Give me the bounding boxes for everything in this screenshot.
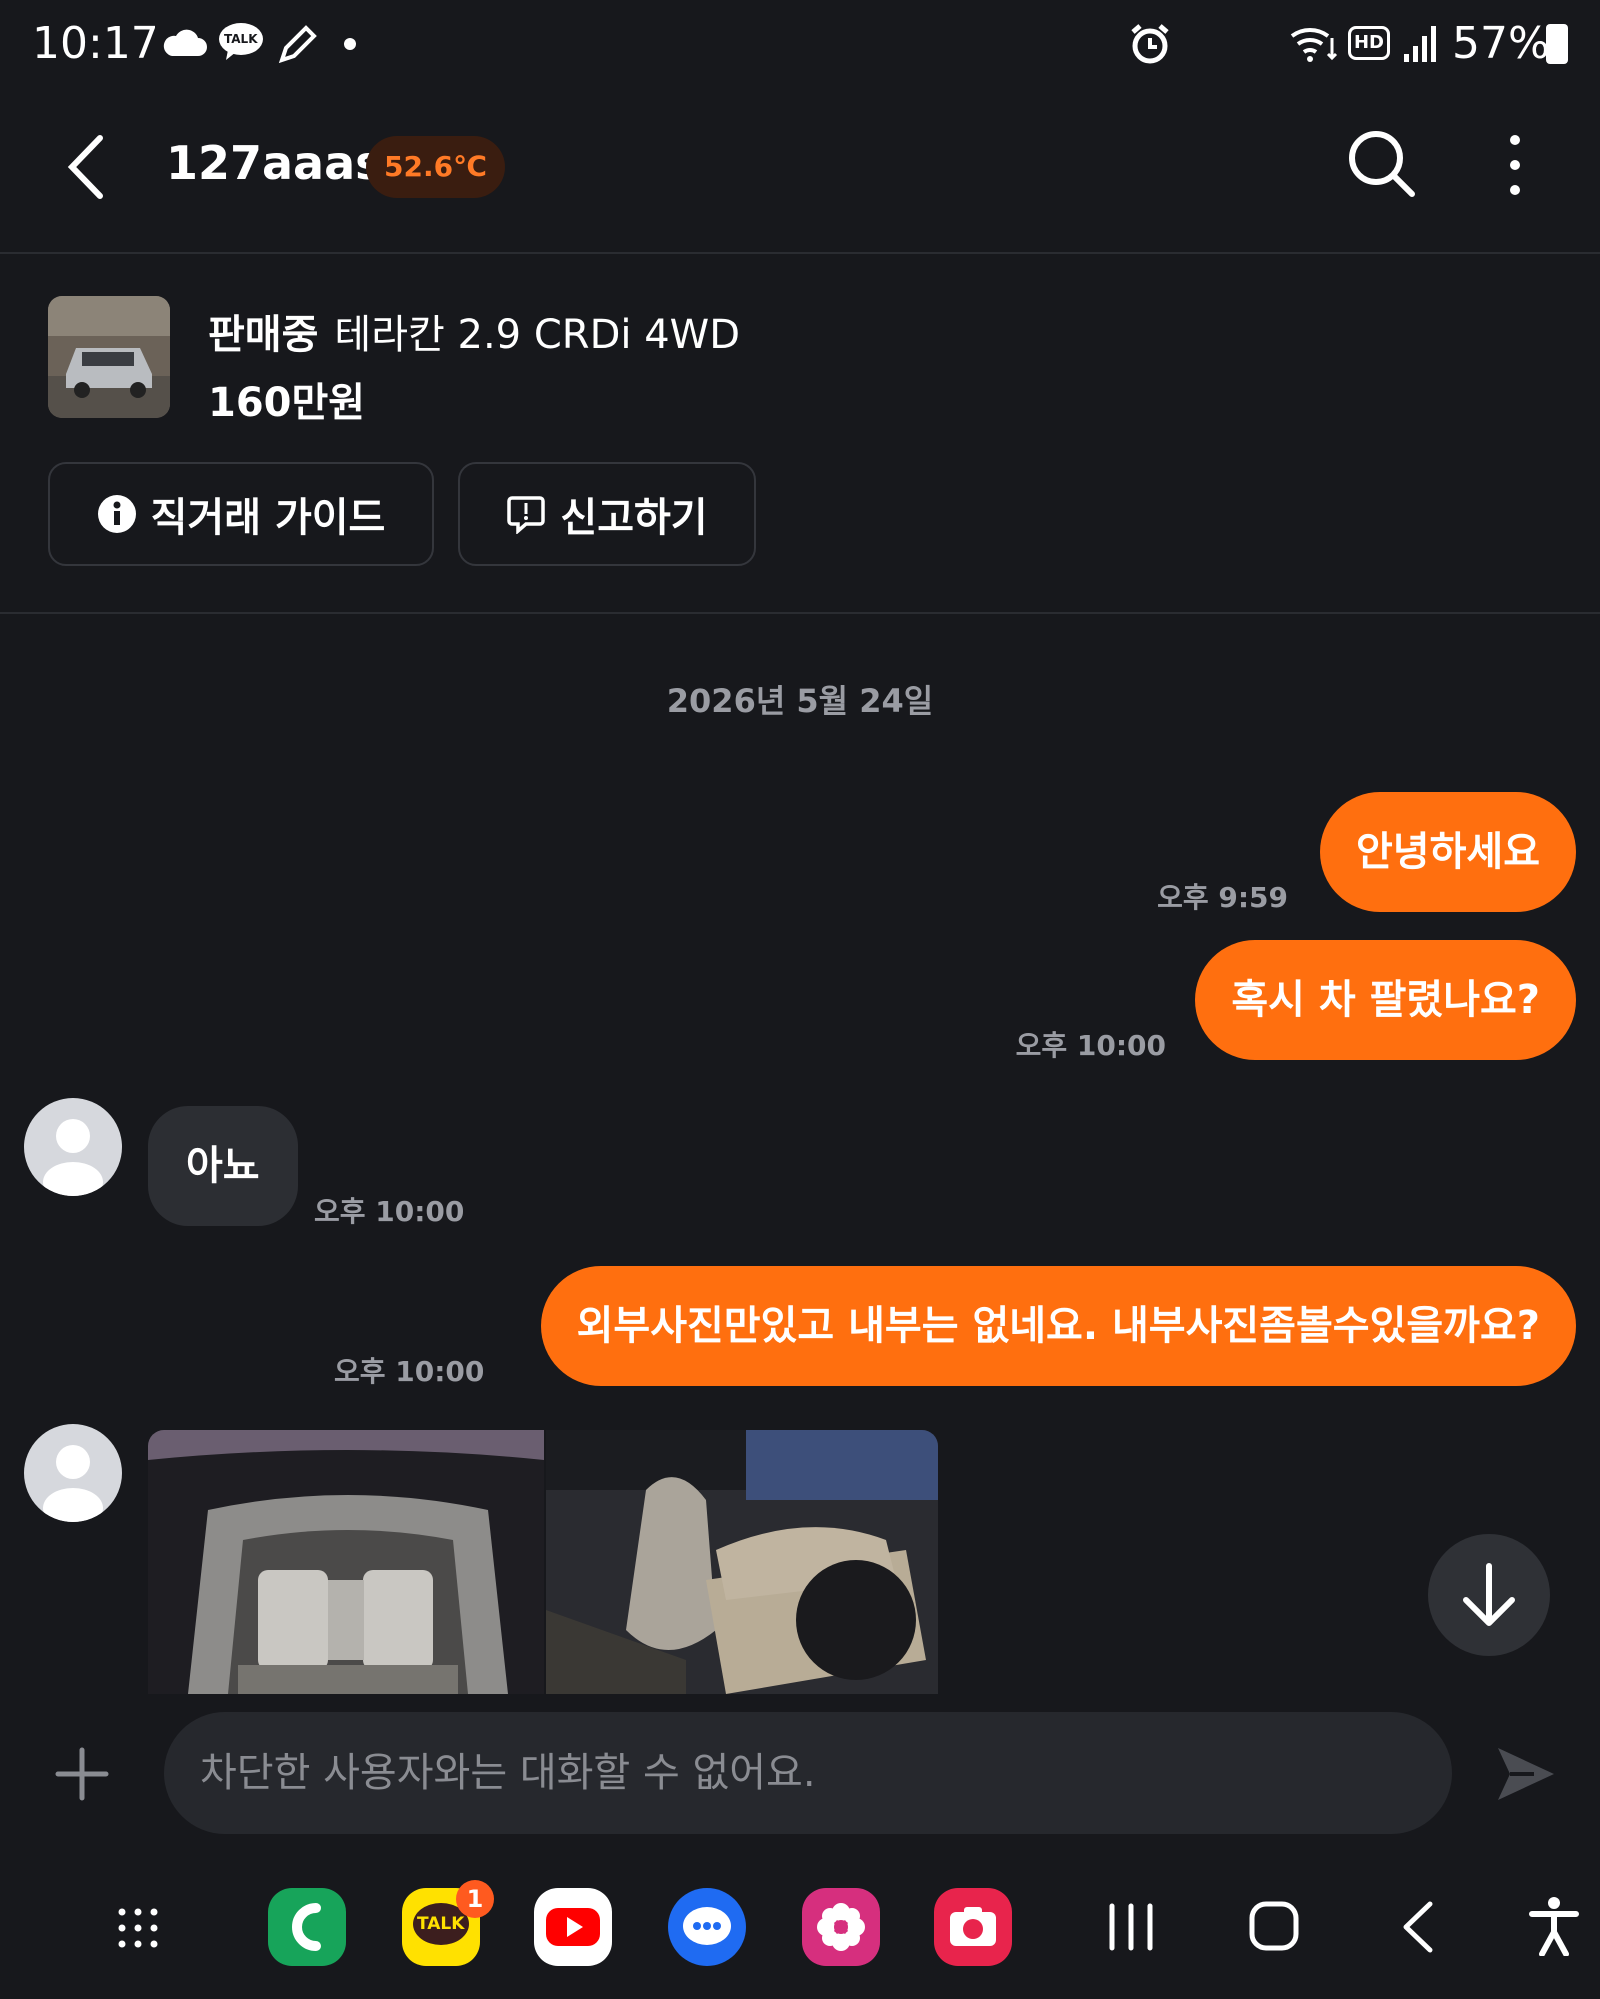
message-time: 오후 9:59	[1157, 881, 1288, 914]
cloud-icon	[163, 29, 207, 56]
product-title: 판매중 테라칸 2.9 CRDi 4WD	[208, 302, 740, 360]
message-bubble-sent[interactable]: 혹시 차 팔렸나요?	[1195, 940, 1576, 1060]
scroll-to-bottom-button[interactable]	[1428, 1534, 1550, 1656]
product-card[interactable]: 판매중 테라칸 2.9 CRDi 4WD 160만원 직거래 가이드 신고하기	[0, 252, 1600, 614]
photo-cargo-interior[interactable]	[148, 1430, 544, 1694]
alarm-icon	[1131, 24, 1169, 64]
message-input[interactable]: 차단한 사용자와는 대화할 수 없어요.	[164, 1712, 1452, 1834]
camera-app-icon[interactable]	[934, 1888, 1012, 1966]
product-status: 판매중	[208, 312, 319, 358]
report-icon	[507, 496, 546, 534]
chat-date-divider: 2026년 5월 24일	[666, 682, 934, 720]
status-bar: 10:17 TALK HD 57%	[0, 0, 1600, 92]
wifi-icon	[1290, 28, 1338, 62]
status-time: 10:17	[32, 18, 159, 69]
back-arrow-icon[interactable]	[62, 132, 112, 202]
kakaotalk-icon: TALK	[218, 22, 264, 62]
manner-temperature-badge[interactable]: 52.6℃	[366, 136, 505, 198]
message-time: 오후 10:00	[314, 1195, 465, 1228]
arrow-down-icon	[1463, 1563, 1515, 1626]
gallery-app-icon[interactable]	[802, 1888, 880, 1966]
product-name: 테라칸 2.9 CRDi 4WD	[334, 312, 741, 358]
message-bubble-sent[interactable]: 외부사진만있고 내부는 없네요. 내부사진좀볼수있을까요?	[540, 1266, 1576, 1386]
avatar[interactable]	[24, 1098, 122, 1196]
message-time: 오후 10:00	[1015, 1029, 1166, 1062]
battery-percent: 57%	[1452, 18, 1550, 69]
report-button[interactable]: 신고하기	[458, 462, 756, 566]
report-button-label: 신고하기	[560, 495, 708, 541]
app-drawer-icon[interactable]	[116, 1906, 160, 1950]
battery-icon	[1546, 24, 1568, 64]
avatar[interactable]	[24, 1424, 122, 1522]
photo-rear-seat[interactable]	[546, 1430, 938, 1694]
accessibility-icon[interactable]	[1528, 1896, 1580, 1956]
send-icon[interactable]	[1494, 1744, 1558, 1804]
product-price: 160만원	[208, 380, 366, 426]
pen-icon	[278, 25, 317, 64]
chat-partner-name[interactable]: 127aaas	[166, 136, 383, 190]
signal-icon	[1404, 26, 1436, 62]
chat-header: 127aaas 52.6℃	[0, 92, 1600, 254]
dot-icon	[344, 38, 356, 50]
youtube-app-icon[interactable]	[534, 1888, 612, 1966]
guide-button-label: 직거래 가이드	[150, 495, 386, 541]
direct-trade-guide-button[interactable]: 직거래 가이드	[48, 462, 434, 566]
message-bubble-sent[interactable]: 안녕하세요	[1320, 792, 1576, 912]
notification-badge: 1	[456, 1880, 494, 1918]
plus-icon[interactable]	[54, 1746, 110, 1802]
info-icon	[97, 495, 136, 533]
message-bubble-received[interactable]: 아뇨	[148, 1106, 298, 1226]
messages-app-icon[interactable]	[668, 1888, 746, 1966]
phone-app-icon[interactable]	[268, 1888, 346, 1966]
search-icon[interactable]	[1346, 128, 1418, 200]
product-thumbnail[interactable]	[48, 296, 170, 418]
hd-icon: HD	[1348, 26, 1390, 60]
more-options-icon[interactable]	[1500, 130, 1530, 200]
back-nav-icon[interactable]	[1398, 1900, 1438, 1954]
message-input-placeholder: 차단한 사용자와는 대화할 수 없어요.	[200, 1750, 816, 1796]
home-icon[interactable]	[1248, 1900, 1300, 1952]
recent-apps-icon[interactable]	[1106, 1902, 1156, 1952]
navigation-bar	[0, 1860, 1600, 1999]
message-time: 오후 10:00	[334, 1355, 485, 1388]
